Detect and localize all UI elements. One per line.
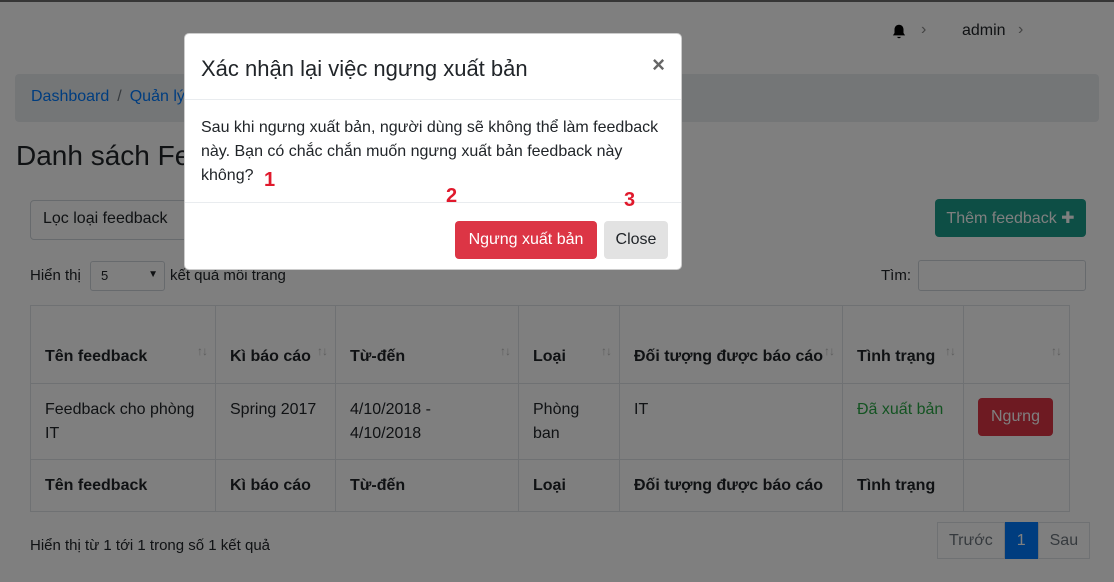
close-icon[interactable]: × <box>652 52 665 78</box>
modal-title: Xác nhận lại việc ngưng xuất bản <box>201 56 528 81</box>
confirm-modal: Xác nhận lại việc ngưng xuất bản × Sau k… <box>184 33 682 270</box>
annotation-marker-2: 2 <box>446 185 458 207</box>
modal-header: Xác nhận lại việc ngưng xuất bản × <box>185 34 681 100</box>
unpublish-button[interactable]: Ngưng xuất bản <box>455 221 597 259</box>
modal-body: Sau khi ngưng xuất bản, người dùng sẽ kh… <box>185 100 681 203</box>
modal-footer: Ngưng xuất bản Close <box>185 203 681 271</box>
annotation-marker-3: 3 <box>624 189 636 211</box>
annotation-marker-1: 1 <box>264 169 276 191</box>
close-button[interactable]: Close <box>604 221 668 259</box>
